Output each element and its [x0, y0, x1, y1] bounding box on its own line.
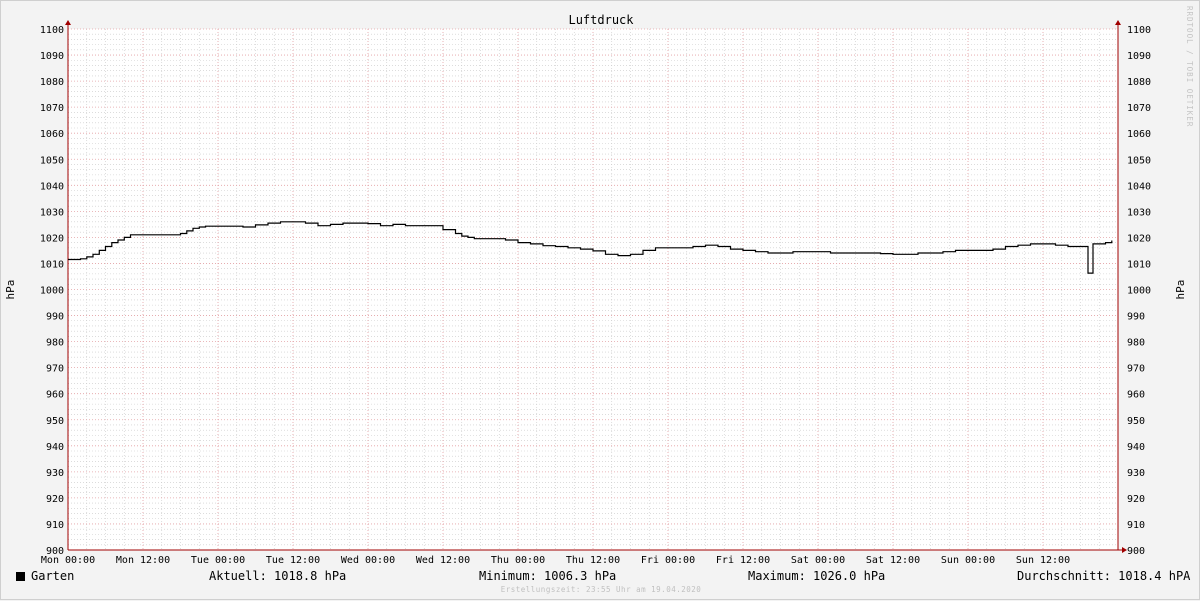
y-tick-label-left: 980	[46, 338, 64, 349]
y-tick-label-left: 940	[46, 442, 64, 453]
y-tick-label-left: 930	[46, 468, 64, 479]
x-tick-label: Fri 00:00	[641, 555, 695, 566]
x-tick-label: Thu 00:00	[491, 555, 545, 566]
y-tick-label-right: 960	[1127, 390, 1145, 401]
y-tick-label-left: 920	[46, 494, 64, 505]
legend-series-label: Garten	[31, 569, 75, 583]
y-tick-label-left: 1100	[40, 25, 64, 36]
chart-title: Luftdruck	[568, 13, 634, 27]
legend-minimum: Minimum: 1006.3 hPa	[479, 569, 617, 583]
y-tick-label-left: 1040	[40, 181, 64, 192]
y-tick-label-right: 1080	[1127, 77, 1151, 88]
y-axis-left-arrow	[65, 20, 71, 25]
y-tick-label-left: 990	[46, 312, 64, 323]
y-axis-right-arrow	[1115, 20, 1121, 25]
y-tick-label-right: 950	[1127, 416, 1145, 427]
y-tick-label-right: 1090	[1127, 51, 1151, 62]
y-tick-label-left: 1080	[40, 77, 64, 88]
y-tick-label-right: 920	[1127, 494, 1145, 505]
y-tick-label-left: 910	[46, 520, 64, 531]
y-tick-label-left: 960	[46, 390, 64, 401]
y-tick-label-right: 930	[1127, 468, 1145, 479]
x-tick-label: Tue 00:00	[191, 555, 245, 566]
y-tick-label-right: 1100	[1127, 25, 1151, 36]
y-tick-label-right: 1050	[1127, 155, 1151, 166]
creation-time-footer: Erstellungszeit: 23:55 Uhr am 19.04.2020	[500, 585, 702, 594]
y-axis-label-left: hPa	[4, 280, 17, 300]
y-tick-label-left: 1060	[40, 129, 64, 140]
y-tick-label-right: 1060	[1127, 129, 1151, 140]
y-tick-label-right: 1030	[1127, 207, 1151, 218]
x-tick-label: Sat 12:00	[866, 555, 920, 566]
rrdtool-watermark: RRDTOOL / TOBI OETIKER	[1185, 6, 1194, 128]
y-tick-label-left: 1010	[40, 259, 64, 270]
y-tick-label-right: 910	[1127, 520, 1145, 531]
y-tick-label-right: 1040	[1127, 181, 1151, 192]
legend-series: Garten	[16, 569, 74, 583]
y-tick-label-right: 940	[1127, 442, 1145, 453]
x-tick-label: Wed 12:00	[416, 555, 470, 566]
y-tick-label-left: 970	[46, 364, 64, 375]
y-tick-label-right: 990	[1127, 312, 1145, 323]
x-tick-label: Mon 12:00	[116, 555, 170, 566]
legend-average: Durchschnitt: 1018.4 hPA	[1017, 569, 1191, 583]
y-tick-label-right: 900	[1127, 546, 1145, 557]
y-tick-label-left: 950	[46, 416, 64, 427]
y-tick-label-left: 1020	[40, 233, 64, 244]
x-tick-label: Fri 12:00	[716, 555, 770, 566]
y-tick-label-left: 1090	[40, 51, 64, 62]
y-axis-label-right: hPa	[1174, 280, 1187, 300]
y-tick-label-left: 1000	[40, 286, 64, 297]
y-tick-label-left: 1030	[40, 207, 64, 218]
legend-maximum: Maximum: 1026.0 hPa	[748, 569, 886, 583]
x-tick-label: Sat 00:00	[791, 555, 845, 566]
legend-swatch	[16, 572, 25, 581]
x-tick-label: Thu 12:00	[566, 555, 620, 566]
y-tick-label-right: 970	[1127, 364, 1145, 375]
y-tick-label-left: 1070	[40, 103, 64, 114]
x-tick-label: Tue 12:00	[266, 555, 320, 566]
y-tick-label-right: 980	[1127, 338, 1145, 349]
x-tick-label: Wed 00:00	[341, 555, 395, 566]
x-tick-label: Sun 00:00	[941, 555, 995, 566]
y-tick-label-right: 1000	[1127, 286, 1151, 297]
y-tick-label-right: 1020	[1127, 233, 1151, 244]
pressure-chart: 900 900910 910920 920930 930940 940950 950960 9…	[4, 13, 1187, 566]
y-tick-label-right: 1070	[1127, 103, 1151, 114]
y-tick-label-left: 1050	[40, 155, 64, 166]
legend-current: Aktuell: 1018.8 hPa	[209, 569, 347, 583]
x-tick-label: Sun 12:00	[1016, 555, 1070, 566]
y-tick-label-right: 1010	[1127, 259, 1151, 270]
x-tick-label: Mon 00:00	[41, 555, 95, 566]
chart-frame: 900 900 910 910 920 920 930 930 940 940 950 950 960 9…	[0, 0, 1200, 600]
